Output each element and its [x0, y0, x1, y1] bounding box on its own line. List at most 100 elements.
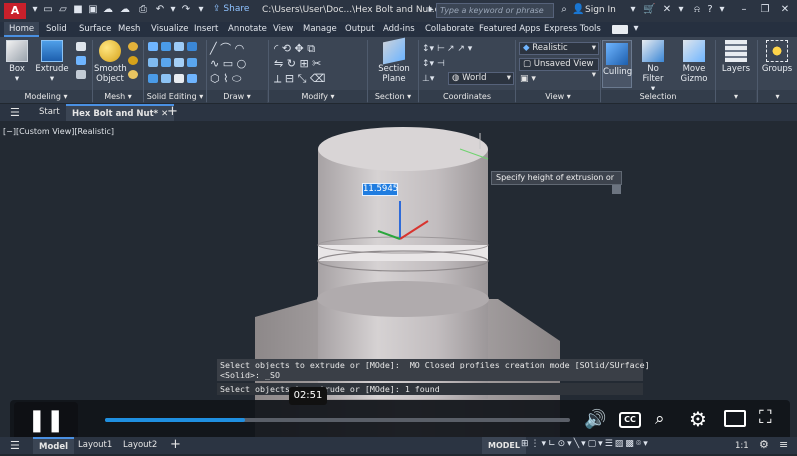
extract-edges-icon[interactable] — [160, 58, 171, 67]
panel-selection[interactable]: Selection — [601, 90, 715, 103]
viewport-config-icon[interactable]: ▣ ▾ — [520, 74, 536, 84]
ucs-icon[interactable]: ↕▾ — [422, 44, 434, 54]
model-space-button[interactable]: MODEL — [482, 437, 526, 454]
align-icon[interactable]: ⊟ — [285, 72, 294, 85]
share-button[interactable]: ⇪ Share — [213, 4, 249, 14]
tab-add-ins[interactable]: Add-ins — [378, 22, 420, 37]
picture-in-picture-icon[interactable] — [724, 410, 746, 427]
ucs-named-icon[interactable]: ↗ ↗ ▾ — [447, 44, 472, 54]
signin-dropdown-icon[interactable]: ▾ — [627, 4, 639, 16]
ucs-origin-icon[interactable]: ⊢ — [437, 44, 445, 54]
ucs-select[interactable]: ◍ World ▾ — [448, 72, 514, 85]
ribbon-minimize-icon[interactable] — [612, 25, 628, 34]
panel-groups[interactable]: ▾ — [758, 90, 797, 103]
open-file-icon[interactable]: ▱ — [57, 4, 69, 16]
search-input[interactable]: Type a keyword or phrase — [436, 3, 554, 18]
panel-coordinates[interactable]: Coordinates — [419, 90, 515, 103]
tab-view[interactable]: View — [268, 22, 298, 37]
box-button[interactable]: Box ▾ — [3, 40, 31, 84]
start-tab[interactable]: Start — [33, 104, 66, 121]
search-icon[interactable]: ⌕ — [558, 4, 570, 16]
user-icon[interactable]: 👤 — [572, 4, 584, 16]
separate-icon[interactable] — [173, 74, 184, 83]
tab-solid[interactable]: Solid — [41, 22, 72, 37]
selection-cycling-icon[interactable]: ▩ — [625, 439, 636, 449]
polar-icon[interactable]: ⊙ — [558, 439, 568, 449]
ribbon-options-icon[interactable]: ▾ — [630, 23, 642, 35]
customize-icon[interactable]: ≡ — [779, 438, 788, 451]
restore-icon[interactable]: ❐ — [759, 4, 771, 16]
interfere-icon[interactable] — [148, 58, 158, 67]
minimize-icon[interactable]: – — [738, 4, 750, 16]
culling-button[interactable]: Culling — [602, 40, 632, 88]
plot-icon[interactable]: ⎙ — [137, 4, 149, 16]
annotation-scale[interactable]: 1:1 — [735, 441, 749, 451]
mesh-tool-3-icon[interactable] — [128, 70, 138, 82]
erase-icon[interactable]: ⌫ — [310, 72, 326, 85]
ortho-icon[interactable]: ∟ — [548, 439, 558, 449]
groups-button[interactable]: Groups — [760, 40, 794, 74]
dropdown-icon[interactable]: ▾ — [29, 4, 41, 16]
panel-solid-editing[interactable]: Solid Editing ▾ — [144, 90, 206, 103]
polyline-icon[interactable]: ⌒ — [220, 42, 231, 55]
tab-annotate[interactable]: Annotate — [223, 22, 272, 37]
panel-view[interactable]: View ▾ — [516, 90, 600, 103]
offset-edge-icon[interactable] — [186, 58, 197, 67]
panel-modeling[interactable]: Modeling ▾ — [0, 90, 92, 103]
layout1-tab[interactable]: Layout1 — [72, 437, 118, 454]
panel-layers[interactable]: ▾ — [716, 90, 756, 103]
redo-icon[interactable]: ↷ — [180, 4, 192, 16]
cloud-open-icon[interactable]: ☁ — [102, 4, 114, 16]
tab-express-tools[interactable]: Express Tools — [539, 22, 606, 37]
scale-icon[interactable]: ⤡ — [298, 72, 307, 85]
pause-button[interactable]: ❚❚ — [14, 402, 78, 440]
help-icon[interactable]: ? — [704, 4, 716, 16]
fillet-edge-icon[interactable] — [148, 74, 158, 83]
transcript-search-icon[interactable]: ⌕ — [655, 409, 665, 429]
copy-icon[interactable]: ⧉ — [307, 42, 315, 55]
sign-in-button[interactable]: Sign In — [585, 5, 616, 15]
rectangle-icon[interactable]: ▭ — [223, 57, 233, 70]
undo-dropdown-icon[interactable]: ▾ — [167, 4, 179, 16]
close-icon[interactable]: ✕ — [779, 4, 791, 16]
tab-output[interactable]: Output — [340, 22, 380, 37]
cart-icon[interactable]: 🛒 — [643, 4, 655, 16]
offset-icon[interactable]: ⟂ — [274, 72, 281, 85]
arc-icon[interactable]: ◠ — [235, 42, 245, 55]
mesh-tool-2-icon[interactable] — [128, 56, 138, 68]
tab-mesh[interactable]: Mesh — [113, 22, 145, 37]
panel-section[interactable]: Section ▾ — [368, 90, 418, 103]
polysolid-icon[interactable] — [76, 42, 86, 54]
taper-icon[interactable] — [186, 74, 197, 83]
grid-icon[interactable]: ⊞ — [521, 439, 531, 449]
tab-insert[interactable]: Insert — [189, 22, 223, 37]
mirror-icon[interactable]: ⇋ — [274, 57, 283, 70]
captions-button[interactable]: CC — [619, 412, 641, 428]
move-gizmo-button[interactable]: Move Gizmo — [678, 40, 710, 84]
no-filter-button[interactable]: No Filter ▾ — [636, 40, 670, 94]
fullscreen-icon[interactable]: ⛶ — [759, 407, 772, 428]
snap-icon[interactable]: ⋮ — [531, 439, 542, 449]
lineweight-icon[interactable]: ☰ — [605, 439, 615, 449]
intersect-icon[interactable] — [173, 42, 184, 51]
layout-menu-icon[interactable]: ☰ — [10, 439, 20, 452]
presspull-icon[interactable] — [76, 56, 86, 68]
community-icon[interactable]: ⍾ — [691, 4, 703, 16]
trim-icon[interactable]: ✂ — [312, 57, 321, 70]
tab-collaborate[interactable]: Collaborate — [420, 22, 479, 37]
solid-tools-icon[interactable] — [76, 70, 86, 82]
ucs-view-icon[interactable]: ⊥▾ — [422, 74, 434, 84]
layout2-tab[interactable]: Layout2 — [117, 437, 163, 454]
smooth-object-button[interactable]: Smooth Object — [94, 40, 127, 84]
new-file-icon[interactable]: ▭ — [42, 4, 54, 16]
save-icon[interactable]: ■ — [72, 4, 84, 16]
named-view-select[interactable]: ▢ Unsaved View ▾ — [519, 58, 599, 80]
spline-icon[interactable]: ∿ — [210, 57, 219, 70]
hamburger-menu-icon[interactable]: ☰ — [10, 106, 20, 119]
ucs-z-icon[interactable]: ⊣ — [437, 59, 445, 69]
save-as-icon[interactable]: ▣ — [87, 4, 99, 16]
tab-manage[interactable]: Manage — [298, 22, 342, 37]
tab-featured-apps[interactable]: Featured Apps — [474, 22, 545, 37]
progress-track[interactable] — [105, 418, 570, 422]
polygon-icon[interactable]: ⬡ — [210, 72, 220, 85]
